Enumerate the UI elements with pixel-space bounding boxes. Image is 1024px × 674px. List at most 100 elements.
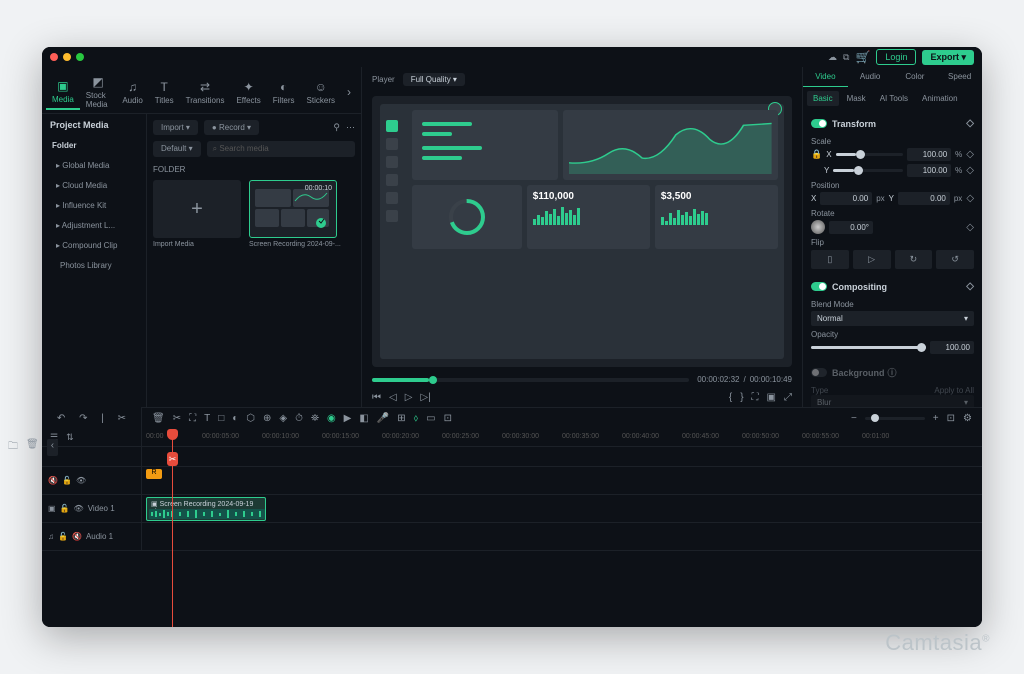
kf-icon[interactable]: ◇ [966,165,974,176]
tool-icon[interactable]: ⊞ [397,413,405,424]
lock-icon[interactable]: 🔓 [58,532,68,541]
lock-icon[interactable]: 🔒 [811,149,822,160]
timeline-ruler[interactable]: 00:00 00:00:05:00 00:00:10:00 00:00:15:0… [142,429,982,447]
rotate-cw-button[interactable]: ↻ [895,250,933,269]
rotate-dial[interactable] [811,220,825,234]
sidebar-item-global[interactable]: ▸ Global Media [42,156,146,176]
track-marker[interactable]: R [142,467,982,495]
tool-delete-icon[interactable]: 🗑 [152,413,165,424]
section-transform[interactable]: Transform◇ [811,114,974,133]
thumb-recording[interactable]: 00:00:10 Screen Recording 2024-09-... [249,180,341,248]
marker-clip[interactable]: R [146,469,162,479]
preview-canvas[interactable]: $110,000 $3,500 [372,96,792,367]
insp-sub-mask[interactable]: Mask [841,91,872,106]
sidebar-item-cloud[interactable]: ▸ Cloud Media [42,176,146,196]
tool-icon[interactable]: ▭ [426,413,435,424]
kf-icon[interactable]: ◇ [966,193,974,204]
audio-icon[interactable]: ♫ [48,532,54,541]
flip-v-button[interactable]: ▷ [853,250,891,269]
tool-icon[interactable]: ↶ [57,413,65,424]
tool-icon[interactable]: ⊕ [263,413,271,424]
more-icon[interactable]: ⋯ [346,122,355,133]
insp-sub-basic[interactable]: Basic [807,91,839,106]
collapse-icon[interactable]: ‹ [47,439,58,456]
tool-mic-icon[interactable]: 🎤 [377,413,389,424]
transform-toggle[interactable] [811,119,827,128]
rotate-ccw-button[interactable]: ↺ [936,250,974,269]
cloud-icon[interactable]: ☁ [828,52,837,63]
lock-icon[interactable]: 🔓 [62,476,72,485]
insp-sub-animation[interactable]: Animation [916,91,964,106]
mute-icon[interactable]: 🔇 [48,476,58,485]
video-clip[interactable]: ▣ Screen Recording 2024-09-19 at ... [146,497,266,521]
insp-tab-speed[interactable]: Speed [937,67,982,87]
export-button[interactable]: Export ▾ [922,50,974,65]
close-dot[interactable] [50,53,58,61]
tool-icon[interactable]: ✂ [118,413,126,424]
playhead-scissors-icon[interactable]: ✂ [167,452,178,466]
search-input[interactable]: ⌕ Search media [207,141,355,157]
tool-crop-icon[interactable]: ⛶ [189,413,196,424]
tab-filters[interactable]: ◐Filters [267,76,301,109]
cam-icon[interactable]: ▣ [48,504,56,513]
scale-x-value[interactable]: 100.00 [907,148,951,161]
tool-green-icon[interactable]: ◉ [327,413,336,424]
insp-sub-ai[interactable]: AI Tools [874,91,914,106]
snapshot-icon[interactable]: ▣ [767,392,776,403]
tool-icon[interactable]: ⬡ [246,413,255,424]
maximize-dot[interactable] [76,53,84,61]
bell-icon[interactable]: ⧉ [843,52,849,63]
track-header-2[interactable]: 🔇🔓👁 [42,467,141,495]
track-header-audio1[interactable]: ♫🔓🔇Audio 1 [42,523,141,551]
sort-icon[interactable]: ⇅ [66,432,74,443]
info-icon[interactable]: ⓘ [888,366,897,379]
blend-select[interactable]: Normal▾ [811,311,974,326]
tab-stickers[interactable]: ☺Stickers [301,76,341,109]
cart-icon[interactable]: 🛒 [855,50,870,64]
login-button[interactable]: Login [876,49,916,65]
kf-icon[interactable]: ◇ [966,149,974,160]
tab-transitions[interactable]: ⇄Transitions [180,76,231,109]
playhead[interactable]: ✂ [172,429,173,627]
crop-icon[interactable]: ⛶ [752,392,759,403]
tool-icon[interactable]: ▶ [344,413,352,424]
compositing-toggle[interactable] [811,282,827,291]
tool-icon[interactable]: | [101,413,104,424]
tab-more[interactable]: › [341,81,357,103]
sidebar-item-photos[interactable]: Photos Library [42,256,146,276]
tool-speed-icon[interactable]: ⏱ [295,413,303,424]
mute-icon[interactable]: 🔇 [72,532,82,541]
fullscreen-icon[interactable]: ⤢ [784,392,792,403]
step-fwd-icon[interactable]: ▷| [420,392,430,403]
tool-icon[interactable]: ◈ [279,413,287,424]
sidebar-item-compound[interactable]: ▸ Compound Clip [42,236,146,256]
tool-icon[interactable]: ↷ [79,413,87,424]
eye-icon[interactable]: 👁 [74,504,84,513]
tool-text-icon[interactable]: T [204,413,210,424]
prev-icon[interactable]: ⏮ [372,392,381,403]
track-header-video1[interactable]: ▣🔓👁Video 1 [42,495,141,523]
pos-y-value[interactable]: 0.00 [898,192,950,205]
tool-icon[interactable]: ◧ [359,413,368,424]
tab-media[interactable]: ▣Media [46,75,80,110]
insp-tab-color[interactable]: Color [893,67,938,87]
minimize-dot[interactable] [63,53,71,61]
insp-tab-audio[interactable]: Audio [848,67,893,87]
tool-fit-icon[interactable]: ⊡ [947,413,955,424]
section-background[interactable]: Background ⓘ [811,362,974,383]
track-audio1[interactable] [142,523,982,551]
pos-x-value[interactable]: 0.00 [820,192,872,205]
play-icon[interactable]: ▷ [405,392,413,403]
quality-dropdown[interactable]: Full Quality ▾ [403,73,465,86]
flip-h-button[interactable]: ▯ [811,250,849,269]
default-dropdown[interactable]: Default ▾ [153,141,201,157]
zoom-slider[interactable] [865,417,925,420]
lock-icon[interactable]: 🔓 [60,504,70,513]
scale-y-value[interactable]: 100.00 [907,164,951,177]
type-select[interactable]: Blur▾ [811,395,974,407]
tool-split-icon[interactable]: ✂ [173,413,181,424]
apply-all-button[interactable]: Apply to All [934,386,974,395]
bracket-right-icon[interactable]: } [740,392,743,403]
tool-icon[interactable]: ◐ [232,413,238,424]
filter-icon[interactable]: ⚲ [333,122,340,133]
